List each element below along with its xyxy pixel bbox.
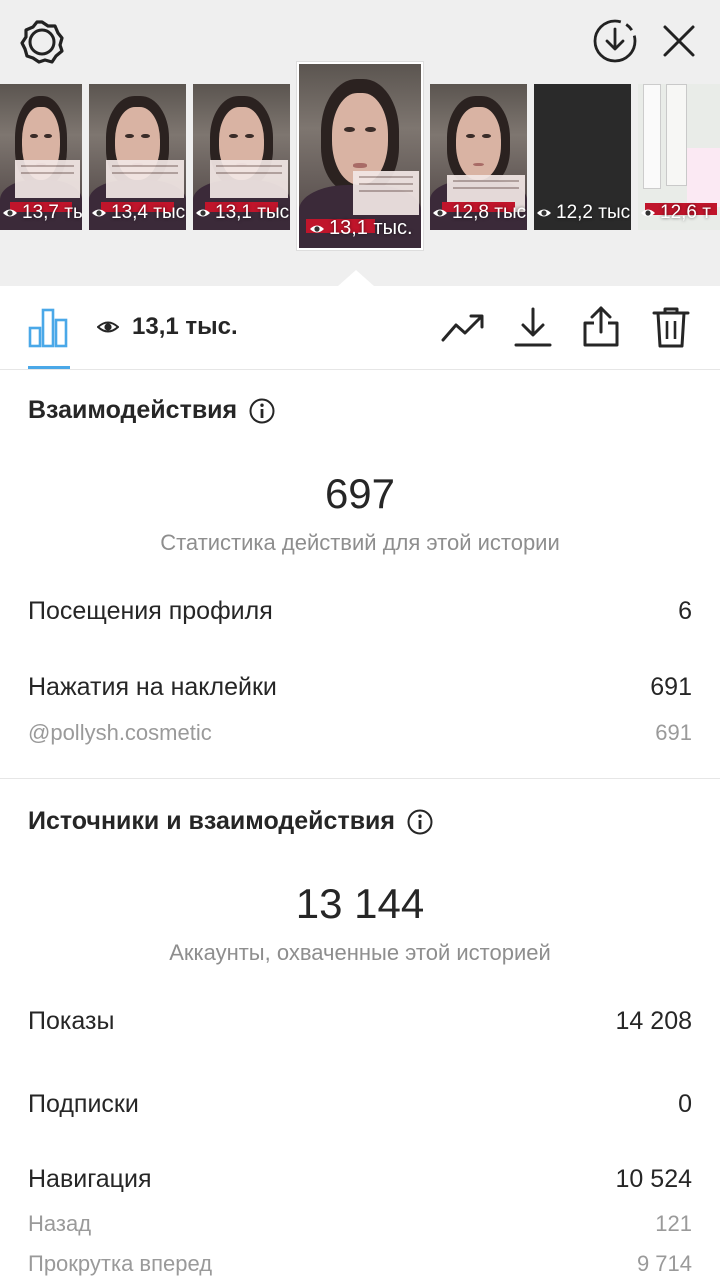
story-views-text: 13,1 тыс. [329, 217, 413, 239]
info-icon[interactable] [249, 398, 275, 424]
story-views-text: 12,8 тыс [452, 202, 527, 223]
stat-row: Посещения профиля 6 [28, 597, 692, 626]
stat-subvalue: 121 [655, 1211, 692, 1236]
story-views-text: 12,6 т [660, 202, 711, 223]
discovery-subtitle: Аккаунты, охваченные этой историей [169, 940, 551, 965]
bar-chart-icon[interactable] [26, 304, 70, 350]
interactions-section-title: Взаимодействия [28, 396, 275, 425]
story-thumbnail[interactable]: 12,6 т [638, 84, 720, 230]
discovery-section-title: Источники и взаимодействия [28, 807, 433, 836]
story-views-count: 13,1 тыс. [309, 217, 413, 240]
eye-icon [537, 209, 551, 217]
story-thumbnail-strip[interactable]: 13,7 тыс 13,4 тыс 13,1 тыс [0, 62, 720, 250]
story-thumbnail[interactable]: 12,8 тыс [430, 84, 527, 230]
close-svg [663, 25, 695, 57]
views-count-label: 13,1 тыс. [132, 313, 238, 340]
interactions-total: 697 [324, 470, 396, 517]
trash-icon[interactable] [651, 304, 691, 350]
trending-svg [441, 314, 484, 342]
stat-label: Нажатия на наклейки [28, 673, 277, 701]
stat-row: Показы 14 208 [28, 1007, 692, 1036]
stat-subrow: Прокрутка вперед 9 714 [28, 1251, 692, 1277]
share-icon[interactable] [580, 302, 622, 350]
story-views-count: 12,6 т [640, 202, 711, 224]
section-divider [0, 778, 720, 779]
discovery-title-text: Источники и взаимодействия [28, 807, 396, 835]
discovery-total: 13 144 [295, 880, 425, 927]
insights-toolbar: 13,1 тыс. [0, 286, 720, 370]
stat-value: 0 [678, 1090, 692, 1118]
stat-label: Показы [28, 1007, 115, 1035]
stat-sublabel: @pollysh.cosmetic [28, 720, 212, 745]
story-views-text: 13,1 тыс [215, 202, 290, 223]
eye-icon [310, 225, 324, 232]
eye-icon [97, 321, 119, 333]
share-svg [583, 306, 619, 347]
insights-panel: 13,1 тыс. Взаимодействия 697 Статистика … [0, 286, 720, 1280]
stat-row: Подписки 0 [28, 1090, 692, 1119]
selected-story-pointer [338, 270, 374, 286]
stat-value: 6 [678, 597, 692, 625]
stat-row: Навигация 10 524 [28, 1165, 692, 1194]
story-thumbnail-selected[interactable]: 13,1 тыс. [297, 62, 423, 250]
story-views-text: 13,4 тыс [111, 202, 186, 223]
stat-label: Посещения профиля [28, 597, 273, 625]
stat-subrow: @pollysh.cosmetic 691 [28, 720, 692, 746]
stat-value: 14 208 [615, 1007, 692, 1035]
story-thumbnail[interactable]: 13,7 тыс [0, 84, 82, 230]
story-thumbnail[interactable]: 13,4 тыс [89, 84, 186, 230]
story-views-count: 12,2 тыс [536, 202, 630, 224]
stat-label: Навигация [28, 1165, 152, 1193]
trending-icon[interactable] [440, 308, 486, 348]
bar-chart-svg [28, 308, 68, 348]
stat-row: Нажатия на наклейки 691 [28, 673, 692, 702]
settings-gear-icon[interactable] [18, 18, 66, 66]
settings-gear-svg [20, 20, 64, 64]
download-circle-icon[interactable] [590, 16, 640, 66]
story-thumbnail[interactable]: 13,1 тыс [193, 84, 290, 230]
eye-icon [196, 209, 210, 217]
story-views-count: 13,7 тыс [2, 202, 82, 224]
info-icon[interactable] [407, 809, 433, 835]
stat-value: 10 524 [615, 1165, 692, 1193]
active-tab-indicator [28, 366, 70, 369]
story-views-count: 12,8 тыс [432, 202, 526, 224]
eye-icon [92, 209, 106, 217]
stat-value: 691 [650, 673, 692, 701]
stat-sublabel: Назад [28, 1211, 92, 1236]
eye-icon [3, 209, 17, 217]
story-views-text: 12,2 тыс [556, 202, 631, 223]
story-strip-area: 13,7 тыс 13,4 тыс 13,1 тыс [0, 0, 720, 286]
story-views-count: 13,1 тыс [195, 202, 289, 224]
download-svg [514, 307, 552, 347]
stat-sublabel: Прокрутка вперед [28, 1251, 213, 1276]
stat-subvalue: 9 714 [636, 1251, 692, 1276]
interactions-subtitle: Статистика действий для этой истории [160, 530, 560, 555]
stat-label: Подписки [28, 1090, 139, 1118]
download-circle-svg [593, 19, 637, 63]
eye-icon [641, 209, 655, 217]
download-icon[interactable] [512, 304, 554, 350]
close-icon[interactable] [656, 18, 702, 64]
stat-subvalue: 691 [655, 720, 692, 745]
stat-subrow: Назад 121 [28, 1211, 692, 1237]
trash-svg [652, 307, 690, 348]
interactions-title-text: Взаимодействия [28, 396, 238, 424]
story-views-text: 13,7 тыс [22, 202, 82, 223]
eye-icon [433, 209, 447, 217]
story-views-count: 13,4 тыс [91, 202, 185, 224]
story-thumbnail[interactable]: 12,2 тыс [534, 84, 631, 230]
